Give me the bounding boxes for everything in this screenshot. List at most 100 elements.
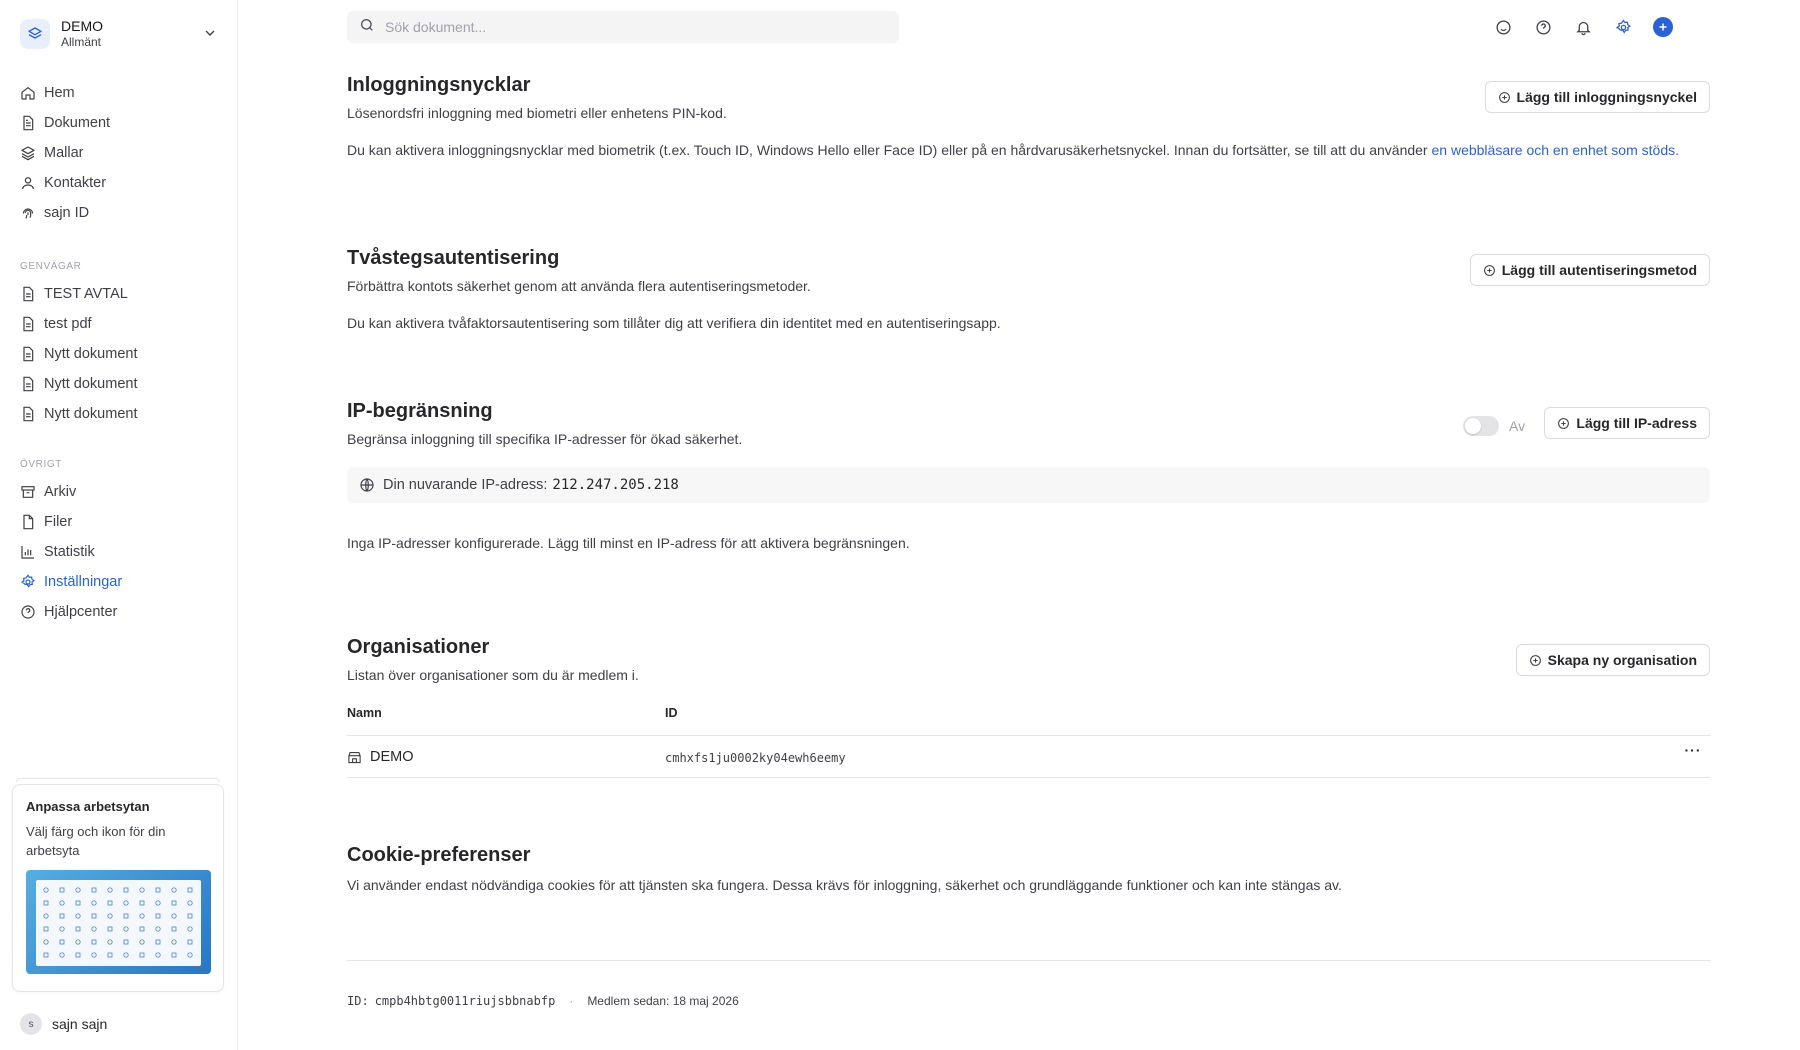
member-since: Medlem sedan: 18 maj 2026 — [587, 994, 739, 1008]
shortcut-label: test pdf — [44, 316, 92, 332]
sidebar-item-label: sajn ID — [44, 205, 90, 221]
create-organization-label: Skapa ny organisation — [1547, 652, 1697, 668]
shortcuts-nav: TEST AVTAL test pdf Nytt dokument Nytt d… — [20, 279, 220, 429]
sidebar-item-kontakter[interactable]: Kontakter — [20, 168, 220, 198]
icon-palette-preview — [26, 870, 211, 974]
shortcut-item[interactable]: Nytt dokument — [20, 399, 220, 429]
sidebar-item-filer[interactable]: Filer — [20, 507, 220, 537]
ip-empty-message: Inga IP-adresser konfigurerade. Lägg til… — [347, 535, 910, 551]
shortcut-item[interactable]: test pdf — [20, 309, 220, 339]
create-organization-button[interactable]: Skapa ny organisation — [1515, 644, 1710, 676]
current-ip-value: 212.247.205.218 — [552, 477, 679, 493]
building-icon — [347, 750, 362, 765]
ip-restriction-toggle[interactable] — [1463, 416, 1499, 436]
sidebar-item-hjalpcenter[interactable]: Hjälpcenter — [20, 597, 220, 627]
document-icon — [20, 346, 36, 362]
smile-icon[interactable] — [1493, 17, 1513, 37]
sidebar-item-label: Statistik — [44, 544, 95, 560]
other-nav: Arkiv Filer Statistik Inställningar Hjäl… — [20, 477, 220, 627]
org-id: cmhxfs1ju0002ky04ewh6eemy — [665, 751, 846, 765]
bar-chart-icon — [20, 544, 36, 560]
sidebar-item-label: Dokument — [44, 115, 111, 131]
cookies-description: Vi använder endast nödvändiga cookies fö… — [347, 877, 1342, 893]
sidebar-item-label: Filer — [44, 514, 73, 530]
help-circle-icon — [20, 604, 36, 620]
column-header-id: ID — [665, 706, 678, 720]
user-menu[interactable]: s sajn sajn — [20, 1013, 107, 1035]
document-icon — [20, 406, 36, 422]
account-id-label: ID: — [347, 994, 369, 1008]
plus-circle-icon — [1498, 91, 1511, 104]
fingerprint-icon — [20, 205, 36, 221]
main-nav: Hem Dokument Mallar Kontakter sajn ID — [20, 78, 220, 228]
footer-divider — [347, 960, 1710, 961]
plus-circle-icon — [1529, 654, 1542, 667]
orgs-subtitle: Listan över organisationer som du är med… — [347, 667, 639, 683]
passkeys-title: Inloggningsnycklar — [347, 74, 531, 96]
shortcut-label: Nytt dokument — [44, 376, 138, 392]
workspace-name: DEMO — [61, 18, 103, 34]
create-new-button[interactable] — [1653, 17, 1673, 37]
document-icon — [20, 115, 36, 131]
table-divider — [347, 777, 1710, 778]
table-row[interactable]: DEMO cmhxfs1ju0002ky04ewh6eemy ··· — [347, 736, 1710, 777]
twofa-subtitle: Förbättra kontots säkerhet genom att anv… — [347, 278, 811, 294]
workspace-switcher[interactable]: DEMO Allmänt — [20, 16, 220, 52]
more-options-icon[interactable]: ··· — [1684, 743, 1702, 760]
org-name-cell: DEMO — [347, 749, 414, 765]
file-icon — [20, 514, 36, 530]
avatar: s — [20, 1013, 42, 1035]
sidebar-item-sajn-id[interactable]: sajn ID — [20, 198, 220, 228]
sidebar-item-installningar[interactable]: Inställningar — [20, 567, 220, 597]
plus-icon — [1659, 23, 1667, 31]
ip-toggle-label: Av — [1509, 418, 1526, 434]
shortcut-label: Nytt dokument — [44, 406, 138, 422]
add-passkey-label: Lägg till inloggningsnyckel — [1516, 89, 1697, 105]
customize-workspace-card[interactable]: Anpassa arbetsytan Välj färg och ikon fö… — [12, 784, 224, 992]
passkeys-description: Du kan aktivera inloggningsnycklar med b… — [347, 140, 1710, 160]
shortcut-item[interactable]: Nytt dokument — [20, 369, 220, 399]
topbar-actions — [1473, 17, 1673, 37]
passkeys-description-text: Du kan aktivera inloggningsnycklar med b… — [347, 142, 1428, 158]
org-name: DEMO — [370, 749, 414, 765]
sidebar-item-mallar[interactable]: Mallar — [20, 138, 220, 168]
bell-icon[interactable] — [1573, 17, 1593, 37]
account-id-value: cmpb4hbtg0011riujsbbnabfp — [374, 994, 556, 1008]
footer-separator: · — [569, 994, 574, 1008]
chevron-down-icon — [202, 25, 218, 45]
sidebar: DEMO Allmänt Hem Dokument Mallar Kontakt… — [0, 0, 238, 1050]
sidebar-item-statistik[interactable]: Statistik — [20, 537, 220, 567]
section-label-shortcuts: GENVÄGAR — [20, 261, 82, 272]
sidebar-item-arkiv[interactable]: Arkiv — [20, 477, 220, 507]
column-header-name: Namn — [347, 706, 382, 720]
plus-circle-icon — [1557, 417, 1570, 430]
add-ip-button[interactable]: Lägg till IP-adress — [1544, 407, 1710, 439]
supported-browsers-link[interactable]: en webbläsare och en enhet som stöds. — [1432, 142, 1680, 158]
sidebar-item-label: Mallar — [44, 145, 84, 161]
gear-icon[interactable] — [1613, 17, 1633, 37]
current-ip-box: Din nuvarande IP-adress: 212.247.205.218 — [347, 467, 1710, 503]
shortcut-label: Nytt dokument — [44, 346, 138, 362]
plus-circle-icon — [1483, 264, 1496, 277]
globe-icon — [359, 477, 375, 493]
orgs-title: Organisationer — [347, 636, 490, 658]
help-icon[interactable] — [1533, 17, 1553, 37]
search-bar[interactable] — [347, 11, 899, 43]
current-ip-label: Din nuvarande IP-adress: — [383, 477, 548, 493]
document-icon — [20, 376, 36, 392]
document-icon — [20, 316, 36, 332]
home-icon — [20, 85, 36, 101]
twofa-title: Tvåstegsautentisering — [347, 247, 560, 269]
search-input[interactable] — [385, 19, 865, 35]
sidebar-item-dokument[interactable]: Dokument — [20, 108, 220, 138]
toggle-knob — [1465, 418, 1481, 434]
archive-icon — [20, 484, 36, 500]
shortcut-item[interactable]: Nytt dokument — [20, 339, 220, 369]
shortcut-item[interactable]: TEST AVTAL — [20, 279, 220, 309]
sidebar-item-hem[interactable]: Hem — [20, 78, 220, 108]
add-passkey-button[interactable]: Lägg till inloggningsnyckel — [1484, 81, 1710, 113]
add-auth-method-button[interactable]: Lägg till autentiseringsmetod — [1469, 254, 1710, 286]
add-ip-label: Lägg till IP-adress — [1576, 415, 1697, 431]
promo-card-stack — [16, 778, 220, 782]
promo-title: Anpassa arbetsytan — [26, 799, 150, 814]
